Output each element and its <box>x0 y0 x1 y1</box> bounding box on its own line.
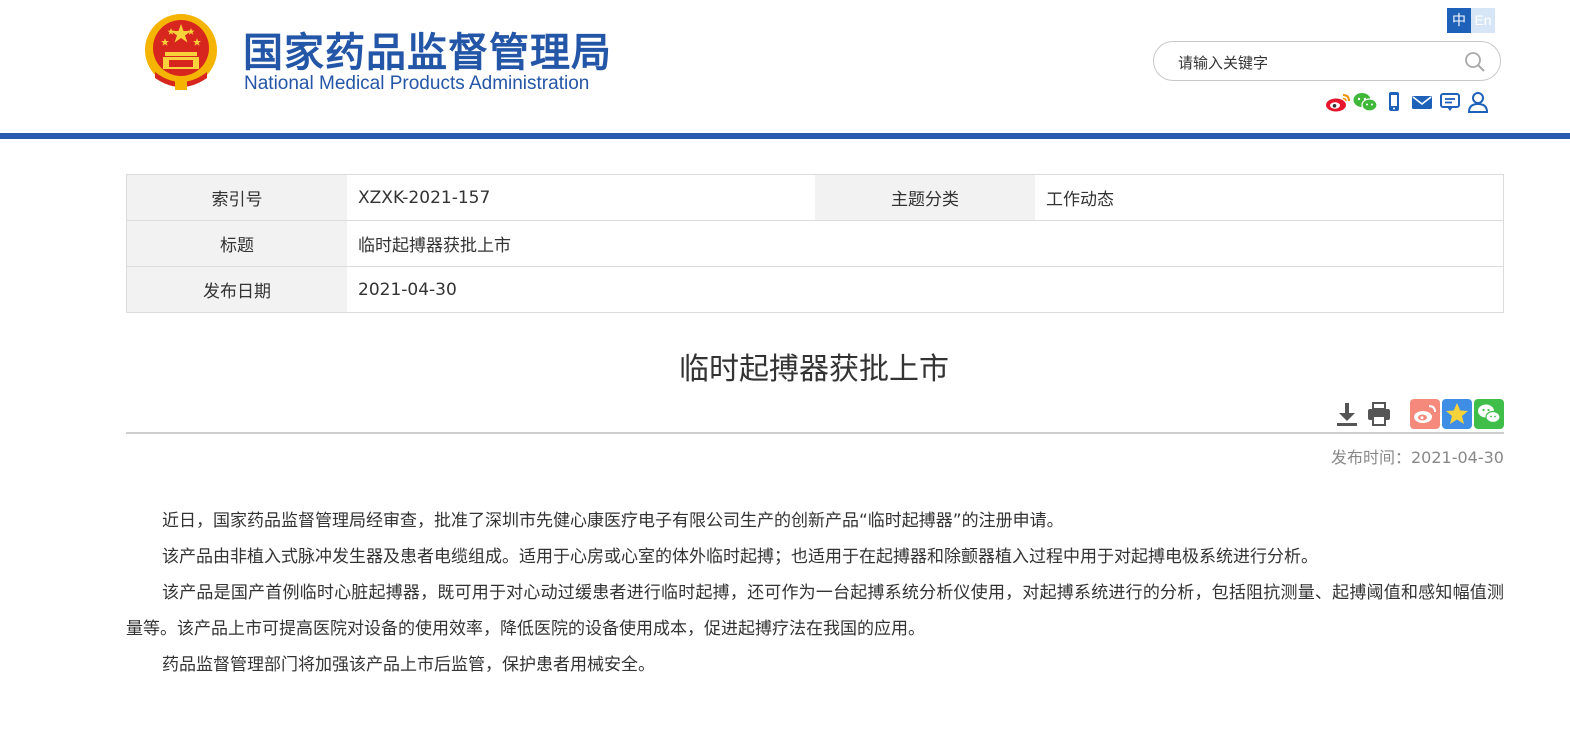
article-paragraph: 近日，国家药品监督管理局经审查，批准了深圳市先健心康医疗电子有限公司生产的创新产… <box>162 511 1064 531</box>
language-switcher: 中 En <box>1447 8 1495 33</box>
weibo-icon[interactable] <box>1324 90 1352 114</box>
search-icon[interactable] <box>1464 51 1486 73</box>
category-value: 工作动态 <box>1035 174 1504 221</box>
table-row: 发布日期 2021-04-30 <box>126 266 1504 313</box>
article-paragraph: 药品监督管理部门将加强该产品上市后监管，保护患者用械安全。 <box>162 655 655 675</box>
title-value: 临时起搏器获批上市 <box>347 220 1504 267</box>
search-input[interactable] <box>1176 50 1460 76</box>
table-row: 索引号 XZXK-2021-157 主题分类 工作动态 <box>126 174 1504 221</box>
index-value: XZXK-2021-157 <box>347 174 815 221</box>
table-row: 标题 临时起搏器获批上市 <box>126 220 1504 267</box>
lang-english-button[interactable]: En <box>1471 8 1495 33</box>
share-qzone-icon[interactable] <box>1442 399 1472 429</box>
national-emblem-logo[interactable] <box>141 12 221 94</box>
site-header: 国家药品监督管理局 National Medical Products Admi… <box>0 0 1570 139</box>
site-title-en[interactable]: National Medical Products Administration <box>244 73 589 95</box>
wechat-icon[interactable] <box>1352 90 1380 114</box>
search-box <box>1153 41 1501 81</box>
social-links <box>1324 90 1492 114</box>
document-info-table: 索引号 XZXK-2021-157 主题分类 工作动态 标题 临时起搏器获批上市… <box>126 174 1504 313</box>
print-icon[interactable] <box>1364 399 1394 429</box>
user-icon[interactable] <box>1464 90 1492 114</box>
article-toolbar <box>1332 399 1504 431</box>
index-label: 索引号 <box>126 174 347 221</box>
mobile-icon[interactable] <box>1380 90 1408 114</box>
category-label: 主题分类 <box>815 174 1035 221</box>
article-title: 临时起搏器获批上市 <box>679 352 949 387</box>
article-paragraph: 该产品是国产首例临时心脏起搏器，既可用于对心动过缓患者进行临时起搏，还可作为一台… <box>126 583 1504 639</box>
lang-chinese-button[interactable]: 中 <box>1447 8 1471 33</box>
message-icon[interactable] <box>1436 90 1464 114</box>
article-body: 近日，国家药品监督管理局经审查，批准了深圳市先健心康医疗电子有限公司生产的创新产… <box>126 503 1504 683</box>
date-value: 2021-04-30 <box>347 266 1504 313</box>
publish-time: 发布时间：2021-04-30 <box>1331 448 1504 467</box>
download-icon[interactable] <box>1332 399 1362 429</box>
mail-icon[interactable] <box>1408 90 1436 114</box>
share-wechat-icon[interactable] <box>1474 399 1504 429</box>
header-divider <box>0 133 1570 139</box>
title-label: 标题 <box>126 220 347 267</box>
article-paragraph: 该产品由非植入式脉冲发生器及患者电缆组成。适用于心房或心室的体外临时起搏；也适用… <box>162 547 1318 567</box>
site-title-cn[interactable]: 国家药品监督管理局 <box>243 20 612 78</box>
date-label: 发布日期 <box>126 266 347 313</box>
title-divider <box>126 432 1504 434</box>
share-weibo-icon[interactable] <box>1410 399 1440 429</box>
